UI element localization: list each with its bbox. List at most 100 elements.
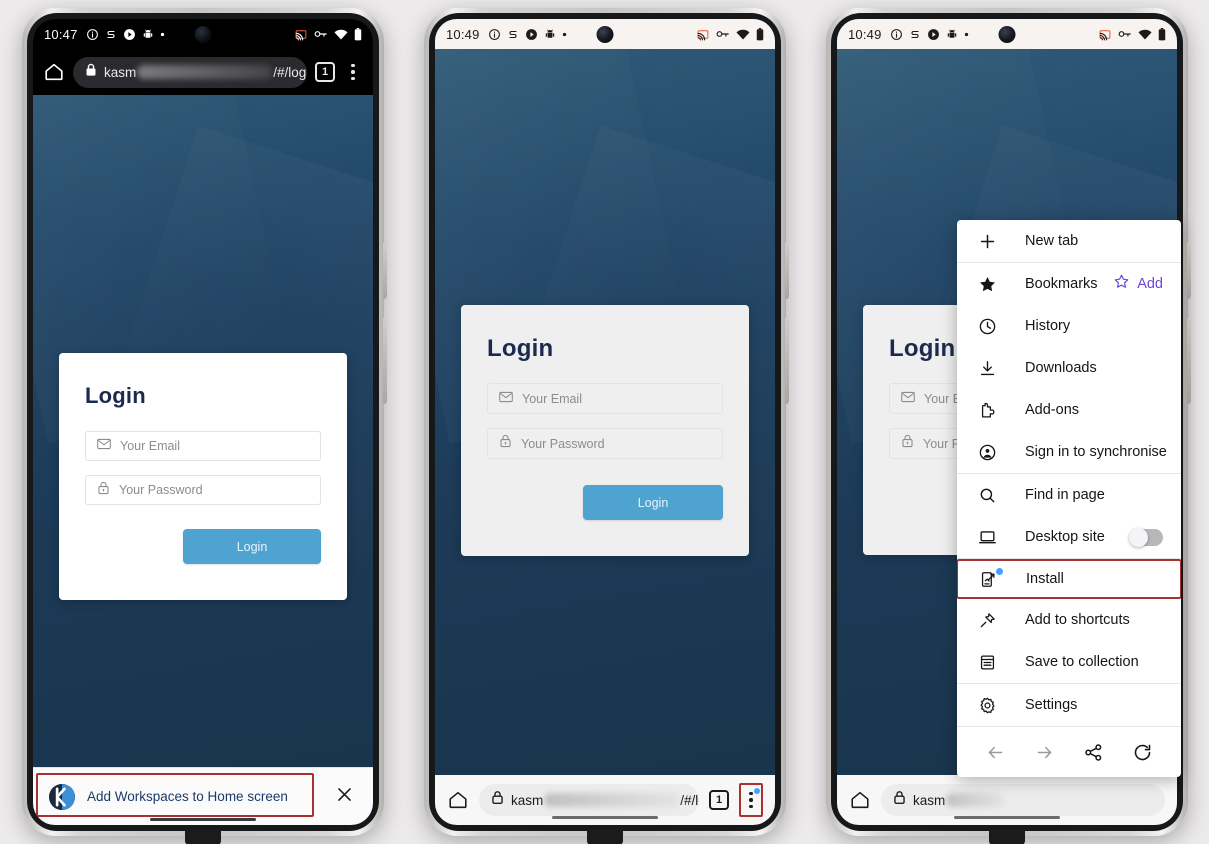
phone-2-volume-button[interactable] [785, 318, 789, 404]
phone-1-add-to-home-banner[interactable]: Add Workspaces to Home screen [33, 767, 373, 825]
phone-1-url-bar[interactable]: kasm /#/login [73, 56, 307, 88]
wifi-icon [1138, 29, 1152, 40]
lock-icon [901, 434, 914, 453]
phone-3-stand-nub [989, 829, 1025, 844]
email-field[interactable]: Your Email [487, 383, 723, 414]
menu-update-badge-dot [754, 788, 760, 794]
status-right-group [696, 27, 764, 41]
info-icon [890, 28, 903, 41]
menu-label: Find in page [1025, 487, 1105, 503]
menu-item-history[interactable]: History [957, 305, 1181, 347]
cast-icon [1098, 28, 1112, 41]
reload-icon[interactable] [1130, 739, 1156, 765]
wifi-icon [334, 29, 348, 40]
home-icon[interactable] [849, 789, 871, 811]
desktop-site-toggle[interactable] [1129, 527, 1163, 547]
battery-icon [1158, 27, 1166, 41]
phone-1-volume-button[interactable] [383, 318, 387, 404]
url-redacted-blur [544, 793, 680, 807]
menu-item-desktop-site[interactable]: Desktop site [957, 516, 1181, 558]
kebab-menu-icon[interactable] [741, 791, 761, 809]
back-arrow-icon[interactable] [983, 739, 1009, 765]
phone-1-power-button[interactable] [383, 243, 387, 299]
screenshot-stage: 10:47 kasm /#/log 1 Login Your Email You… [0, 0, 1209, 844]
menu-label: History [1025, 318, 1071, 334]
menu-label: Bookmarks [1025, 276, 1098, 292]
menu-item-bookmarks[interactable]: Bookmarks Add [957, 263, 1181, 305]
cast-icon [294, 28, 308, 41]
home-icon[interactable] [447, 789, 469, 811]
toggle-knob [1129, 527, 1148, 547]
kebab-menu-icon[interactable] [343, 63, 363, 81]
close-icon[interactable] [336, 786, 353, 808]
menu-item-downloads[interactable]: Downloads [957, 347, 1181, 389]
camera-punch-hole [194, 25, 212, 43]
status-left-group: 10:47 [44, 27, 165, 42]
phone-3-url-bar[interactable]: kasm [881, 784, 1165, 816]
phone-2-url-text: kasm /#/login [511, 793, 699, 808]
play-circle-icon [123, 28, 136, 41]
menu-item-add-to-shortcuts[interactable]: Add to shortcuts [957, 599, 1181, 641]
menu-item-find-in-page[interactable]: Find in page [957, 474, 1181, 516]
forward-arrow-icon[interactable] [1032, 739, 1058, 765]
url-prefix: kasm [104, 64, 137, 80]
info-icon [488, 28, 501, 41]
login-button[interactable]: Login [183, 529, 321, 564]
login-button[interactable]: Login [583, 485, 723, 520]
phone-3-power-button[interactable] [1187, 243, 1191, 299]
gear-icon [975, 696, 999, 715]
email-placeholder: Your Email [522, 391, 582, 406]
lock-icon [491, 790, 504, 810]
envelope-icon [901, 390, 915, 408]
menu-item-install[interactable]: Install [957, 559, 1181, 599]
menu-label: Install [1026, 571, 1064, 587]
phone-3-url-text: kasm [913, 793, 1005, 808]
password-placeholder: Your Password [119, 483, 203, 497]
phone-1-status-bar: 10:47 [33, 19, 373, 49]
menu-label: Desktop site [1025, 529, 1105, 545]
phone-3-volume-button[interactable] [1187, 318, 1191, 404]
menu-item-new-tab[interactable]: New tab [957, 220, 1181, 262]
email-field[interactable]: Your Email [85, 431, 321, 461]
kebab-menu-button[interactable] [739, 783, 763, 817]
android-robot-icon [946, 28, 958, 41]
page-title: Login [487, 335, 554, 362]
menu-item-sign-in[interactable]: Sign in to synchronise [957, 431, 1181, 473]
firefox-main-menu: New tab Bookmarks Add History Downloads … [957, 220, 1181, 777]
password-placeholder: Your Password [521, 436, 605, 451]
password-field[interactable]: Your Password [85, 475, 321, 505]
envelope-icon [97, 437, 111, 455]
phone-2-url-bar[interactable]: kasm /#/login [479, 784, 699, 816]
bookmark-add-action[interactable]: Add [1113, 273, 1163, 295]
menu-label: Downloads [1025, 360, 1097, 376]
more-dot-icon [562, 32, 567, 37]
url-prefix: kasm [511, 792, 544, 808]
camera-punch-hole [596, 25, 614, 43]
desktop-site-toggle-wrap[interactable] [1129, 527, 1163, 547]
vpn-key-icon [716, 29, 730, 39]
phone-3-gesture-bar [954, 815, 1060, 819]
menu-label: Add-ons [1025, 402, 1080, 418]
pin-icon [975, 611, 999, 630]
phone-1-stand-nub [185, 829, 221, 844]
tab-counter-button[interactable]: 1 [315, 62, 335, 82]
menu-item-save-to-collection[interactable]: Save to collection [957, 641, 1181, 683]
menu-item-settings[interactable]: Settings [957, 684, 1181, 726]
phone-2-screen: 10:49 Login Your Email Your Password Log… [435, 19, 775, 825]
tab-counter-button[interactable]: 1 [709, 790, 729, 810]
vpn-key-icon [314, 29, 328, 39]
menu-item-add-ons[interactable]: Add-ons [957, 389, 1181, 431]
status-clock: 10:49 [446, 26, 480, 42]
phone-2-power-button[interactable] [785, 243, 789, 299]
phone-1-browser-toolbar: kasm /#/login 1 [33, 49, 373, 95]
menu-label: Sign in to synchronise [1025, 444, 1167, 460]
puzzle-icon [975, 401, 999, 420]
lock-icon [85, 63, 97, 82]
share-icon[interactable] [1081, 739, 1107, 765]
vpn-key-icon [1118, 29, 1132, 39]
star-filled-icon [975, 275, 999, 294]
phone-1-screen: 10:47 kasm /#/log 1 Login Your Email You… [33, 19, 373, 825]
home-icon[interactable] [43, 61, 65, 83]
password-field[interactable]: Your Password [487, 428, 723, 459]
laptop-icon [975, 528, 999, 547]
